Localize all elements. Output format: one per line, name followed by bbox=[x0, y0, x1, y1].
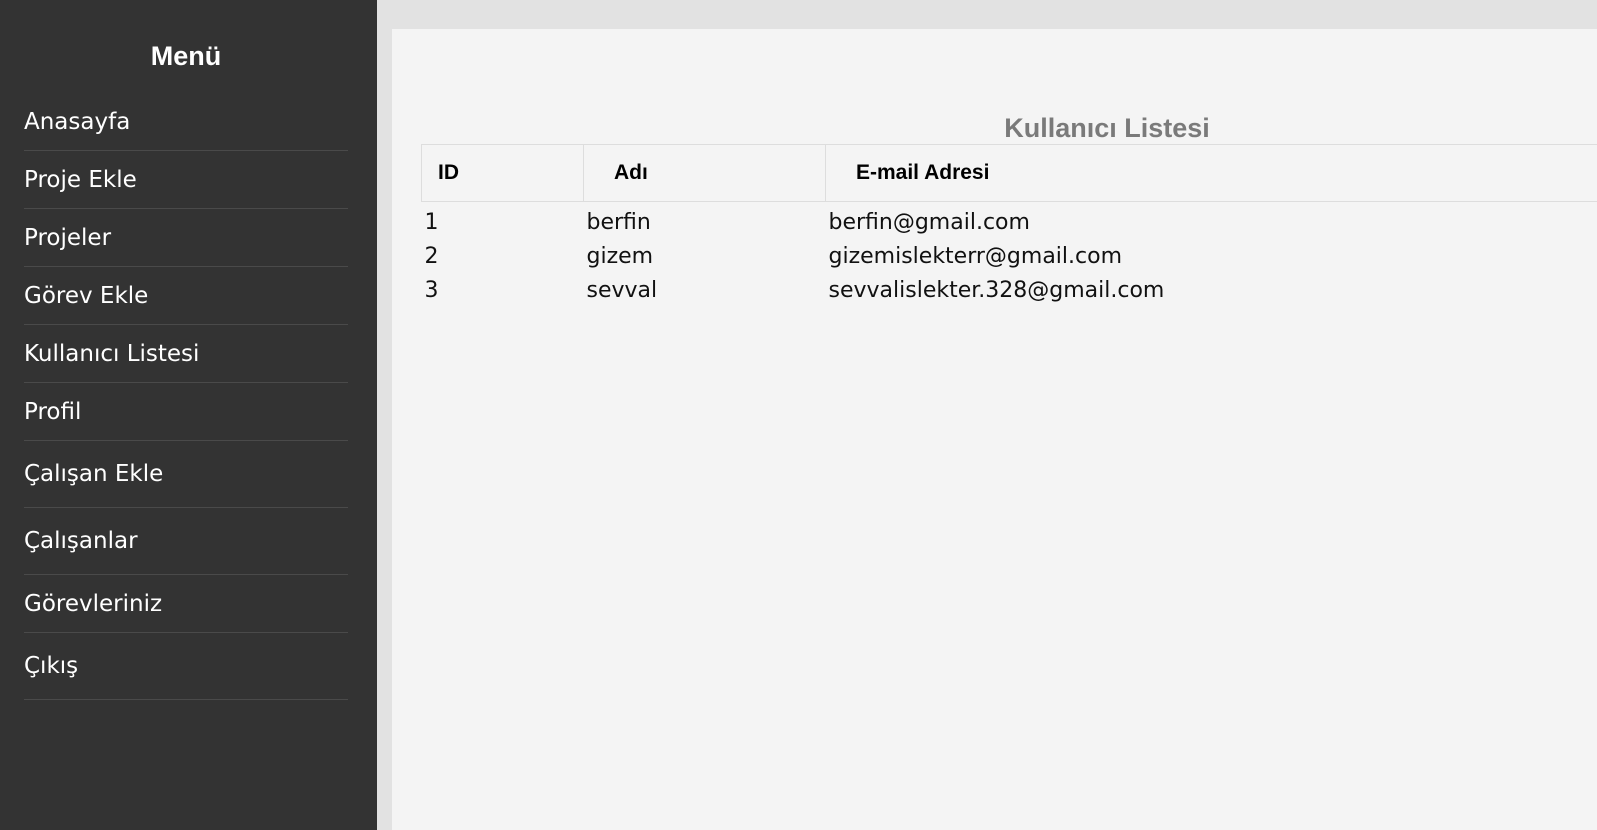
sidebar-menu: Anasayfa Proje Ekle Projeler Görev Ekle … bbox=[24, 93, 348, 700]
sidebar-item-calisanlar[interactable]: Çalışanlar bbox=[24, 508, 348, 575]
sidebar-item-calisan-ekle[interactable]: Çalışan Ekle bbox=[24, 441, 348, 508]
sidebar-item-anasayfa[interactable]: Anasayfa bbox=[24, 93, 348, 151]
table-row: 3 sevval sevvalislekter.328@gmail.com bbox=[422, 274, 1597, 308]
cell-name: berfin bbox=[586, 210, 651, 235]
sidebar-item-label: Proje Ekle bbox=[24, 166, 137, 193]
sidebar-item-label: Görevleriniz bbox=[24, 590, 163, 617]
column-header-email: E-mail Adresi bbox=[825, 144, 1597, 202]
sidebar: Menü Anasayfa Proje Ekle Projeler Görev … bbox=[0, 0, 377, 830]
app-root: Menü Anasayfa Proje Ekle Projeler Görev … bbox=[0, 0, 1597, 830]
sidebar-item-profil[interactable]: Profil bbox=[24, 383, 348, 441]
sidebar-item-label: Görev Ekle bbox=[24, 282, 149, 309]
sidebar-item-label: Kullanıcı Listesi bbox=[24, 340, 200, 367]
sidebar-item-label: Çalışanlar bbox=[24, 528, 138, 554]
sidebar-item-projeler[interactable]: Projeler bbox=[24, 209, 348, 267]
sidebar-item-gorev-ekle[interactable]: Görev Ekle bbox=[24, 267, 348, 325]
page-title: Kullanıcı Listesi bbox=[1004, 113, 1210, 143]
table-header-row: ID Adı E-mail Adresi bbox=[421, 144, 1597, 202]
sidebar-item-label: Projeler bbox=[24, 224, 112, 251]
table-row: 2 gizem gizemislekterr@gmail.com bbox=[422, 240, 1597, 274]
sidebar-item-gorevleriniz[interactable]: Görevleriniz bbox=[24, 575, 348, 633]
sidebar-item-kullanici-listesi[interactable]: Kullanıcı Listesi bbox=[24, 325, 348, 383]
user-table: ID Adı E-mail Adresi 1 berfin berfin@gma… bbox=[421, 144, 1597, 308]
sidebar-item-proje-ekle[interactable]: Proje Ekle bbox=[24, 151, 348, 209]
cell-id: 3 bbox=[424, 278, 439, 303]
sidebar-item-label: Anasayfa bbox=[24, 108, 131, 135]
cell-email: gizemislekterr@gmail.com bbox=[828, 244, 1123, 269]
cell-name: sevval bbox=[586, 278, 658, 303]
sidebar-item-cikis[interactable]: Çıkış bbox=[24, 633, 348, 700]
column-header-name: Adı bbox=[583, 144, 826, 202]
sidebar-title: Menü bbox=[150, 41, 222, 71]
sidebar-item-label: Çalışan Ekle bbox=[24, 461, 164, 487]
cell-name: gizem bbox=[586, 244, 654, 269]
content-panel: Kullanıcı Listesi ID Adı E-mail Adresi 1… bbox=[392, 29, 1597, 830]
sidebar-item-label: Profil bbox=[24, 398, 82, 425]
table-row: 1 berfin berfin@gmail.com bbox=[422, 202, 1597, 241]
sidebar-item-label: Çıkış bbox=[24, 653, 79, 679]
column-header-id: ID bbox=[421, 144, 584, 202]
cell-id: 2 bbox=[424, 244, 439, 269]
user-table-container: ID Adı E-mail Adresi 1 berfin berfin@gma… bbox=[421, 144, 1597, 308]
cell-email: sevvalislekter.328@gmail.com bbox=[828, 278, 1165, 303]
cell-email: berfin@gmail.com bbox=[828, 210, 1030, 235]
cell-id: 1 bbox=[424, 210, 439, 235]
